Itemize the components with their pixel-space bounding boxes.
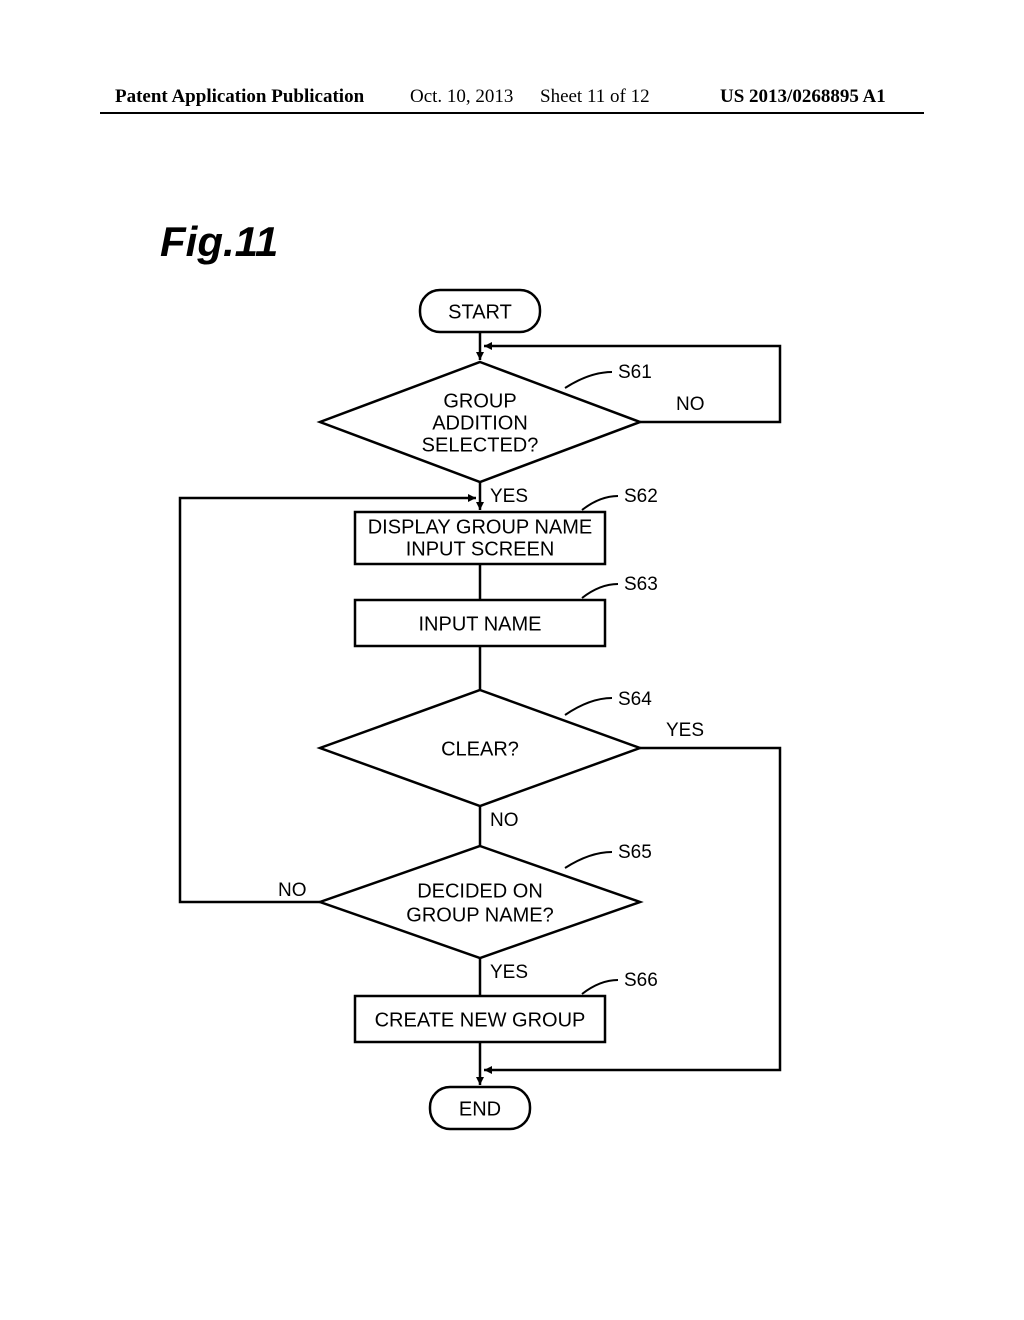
node-s66: CREATE NEW GROUP — [355, 996, 605, 1042]
step-label-s66: S66 — [624, 970, 658, 991]
branch-no-s61: NO — [676, 394, 705, 415]
leader-s63 — [582, 584, 618, 598]
s63-text: INPUT NAME — [419, 613, 542, 635]
flowchart: START GROUP ADDITION SELECTED? S61 NO YE… — [0, 150, 1024, 1200]
node-end: END — [430, 1087, 530, 1129]
s62-line1: DISPLAY GROUP NAME — [368, 516, 593, 538]
sheet-number: Sheet 11 of 12 — [540, 86, 650, 108]
node-s63: INPUT NAME — [355, 600, 605, 646]
step-label-s63: S63 — [624, 574, 658, 595]
s61-line2: ADDITION — [432, 412, 528, 434]
step-label-s61: S61 — [618, 362, 652, 383]
branch-no-s64: NO — [490, 810, 519, 831]
header-rule — [100, 112, 924, 114]
step-label-s65: S65 — [618, 842, 652, 863]
s61-line1: GROUP — [443, 390, 516, 412]
leader-s61 — [565, 372, 612, 388]
leader-s65 — [565, 852, 612, 868]
s62-line2: INPUT SCREEN — [406, 538, 555, 560]
node-s62: DISPLAY GROUP NAME INPUT SCREEN — [355, 512, 605, 564]
branch-yes-s64: YES — [666, 720, 704, 741]
node-s61: GROUP ADDITION SELECTED? — [320, 362, 640, 482]
s65-line2: GROUP NAME? — [406, 904, 553, 926]
s66-text: CREATE NEW GROUP — [375, 1009, 586, 1031]
branch-no-s65: NO — [278, 880, 307, 901]
publication-label: Patent Application Publication — [115, 86, 364, 108]
node-s65: DECIDED ON GROUP NAME? — [320, 846, 640, 958]
start-text: START — [448, 301, 512, 323]
leader-s62 — [582, 496, 618, 510]
publication-number: US 2013/0268895 A1 — [720, 86, 886, 108]
publication-date: Oct. 10, 2013 — [410, 86, 513, 108]
s61-line3: SELECTED? — [422, 434, 539, 456]
s64-text: CLEAR? — [441, 738, 519, 760]
step-label-s62: S62 — [624, 486, 658, 507]
node-start: START — [420, 290, 540, 332]
leader-s66 — [582, 980, 618, 994]
branch-yes-s65: YES — [490, 962, 528, 983]
node-s64: CLEAR? — [320, 690, 640, 806]
patent-page: Patent Application Publication Oct. 10, … — [0, 0, 1024, 1320]
s65-line1: DECIDED ON — [417, 880, 543, 902]
branch-yes-s61: YES — [490, 486, 528, 507]
step-label-s64: S64 — [618, 689, 652, 710]
end-text: END — [459, 1098, 501, 1120]
leader-s64 — [565, 698, 612, 715]
